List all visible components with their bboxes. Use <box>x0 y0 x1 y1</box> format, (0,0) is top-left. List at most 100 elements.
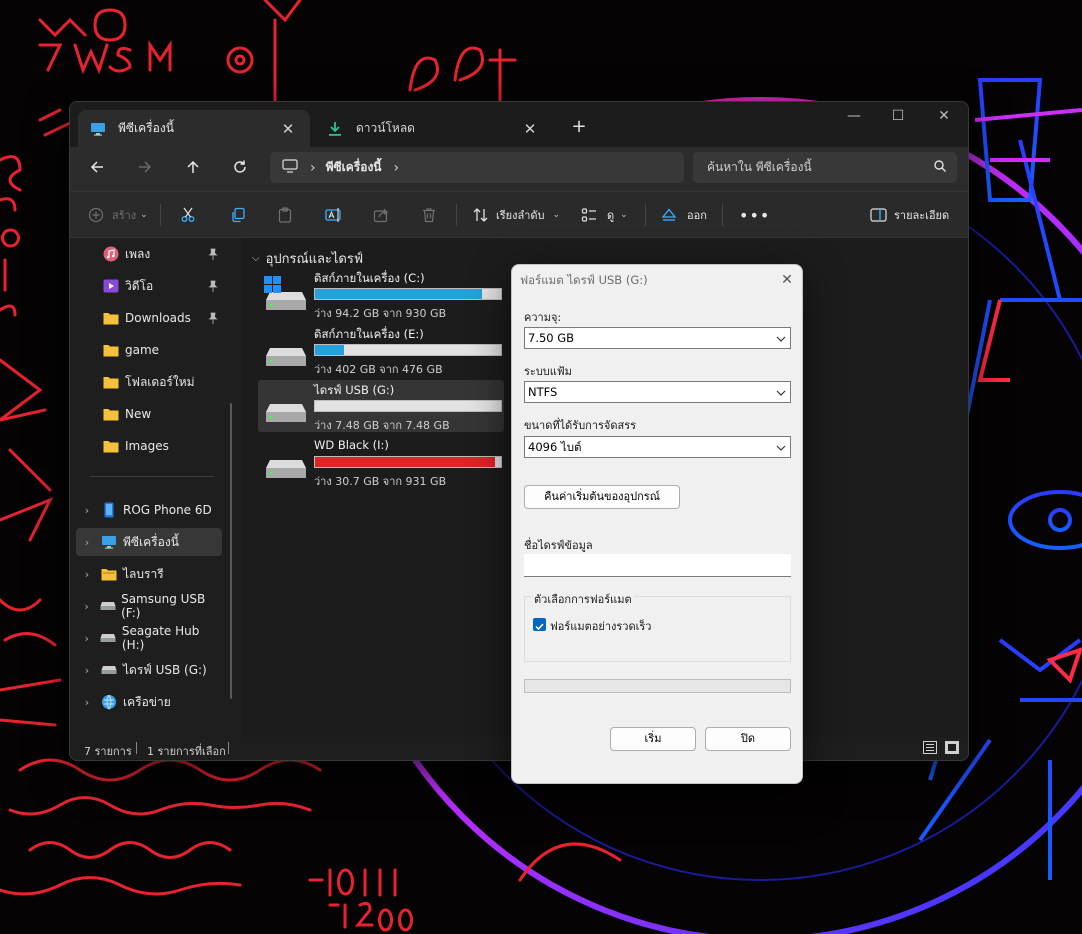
drive-icon <box>100 630 117 646</box>
start-button[interactable]: เริ่ม <box>610 727 696 751</box>
chevron-right-icon[interactable]: › <box>80 600 93 613</box>
details-pane-icon <box>870 208 887 222</box>
command-bar: สร้าง ⌄ เรียงลำดับ ⌄ ดู ⌄ ออก ••• รายละเ… <box>70 191 968 238</box>
drive-item-e[interactable]: ดิสก์ภายในเครื่อง (E:) ว่าง 402 GB จาก 4… <box>258 324 504 376</box>
breadcrumb-item[interactable]: พีซีเครื่องนี้ <box>326 158 382 177</box>
search-box[interactable]: ค้นหาใน พีซีเครื่องนี้ <box>693 152 957 183</box>
folder-icon <box>102 406 120 422</box>
close-dialog-button[interactable]: ✕ <box>776 269 798 291</box>
chevron-right-icon[interactable]: › <box>80 632 94 645</box>
details-view-button[interactable] <box>923 741 937 754</box>
forward-button[interactable] <box>134 159 156 181</box>
share-icon <box>373 209 388 223</box>
drive-usage-fill <box>315 457 495 467</box>
refresh-button[interactable] <box>229 159 251 181</box>
sidebar-item-seagate-hub[interactable]: › Seagate Hub (H:) <box>76 624 222 652</box>
more-options-button[interactable]: ••• <box>739 204 770 226</box>
volume-label-input[interactable] <box>524 554 791 577</box>
folder-icon <box>102 342 120 358</box>
close-tab-icon[interactable]: ✕ <box>520 120 540 138</box>
scissors-icon <box>181 207 195 222</box>
cut-button[interactable] <box>180 204 196 226</box>
sidebar-item-network[interactable]: › เครือข่าย <box>76 688 222 716</box>
sidebar-item-downloads[interactable]: Downloads <box>76 304 226 332</box>
folder-icon <box>102 438 120 454</box>
toolbar-divider <box>722 204 723 226</box>
arrow-left-icon <box>90 161 103 173</box>
chevron-right-icon[interactable]: › <box>80 504 94 517</box>
clipboard-icon <box>278 207 292 223</box>
sidebar-item-images[interactable]: Images <box>76 432 226 460</box>
capacity-select[interactable]: 7.50 GB <box>524 327 791 349</box>
address-bar[interactable]: › พีซีเครื่องนี้ › <box>270 152 684 183</box>
chevron-right-icon[interactable]: › <box>80 568 94 581</box>
pin-icon[interactable] <box>208 248 218 263</box>
sidebar-item-label: Seagate Hub (H:) <box>121 624 200 652</box>
sidebar-item-label: Samsung USB (F:) <box>121 592 206 620</box>
up-button[interactable] <box>182 159 204 181</box>
sidebar-item-videos[interactable]: วิดีโอ <box>76 272 226 300</box>
chevron-right-icon[interactable]: › <box>80 696 94 709</box>
details-pane-button[interactable]: รายละเอียด <box>870 204 949 226</box>
tab-downloads[interactable]: ดาวน์โหลด ✕ <box>316 110 552 147</box>
checkmark-icon <box>535 623 544 631</box>
restore-defaults-button[interactable]: คืนค่าเริ่มต้นของอุปกรณ์ <box>524 485 680 509</box>
drive-item-g[interactable]: ไดรฟ์ USB (G:) ว่าง 7.48 GB จาก 7.48 GB <box>258 380 504 432</box>
devices-group-header[interactable]: ⌵ อุปกรณ์และไดรฟ์ <box>252 248 363 269</box>
view-button[interactable]: ดู ⌄ <box>581 204 628 226</box>
sidebar-item-new[interactable]: New <box>76 400 226 428</box>
item-count: 7 รายการ <box>84 745 132 758</box>
sidebar-item-label: Downloads <box>125 311 191 325</box>
tiles-view-button[interactable] <box>945 741 959 754</box>
filesystem-select[interactable]: NTFS <box>524 381 791 403</box>
allocation-size-select[interactable]: 4096 ไบต์ <box>524 436 791 458</box>
paste-button[interactable] <box>277 204 293 226</box>
sidebar-item-music[interactable]: เพลง <box>76 240 226 268</box>
quick-format-label[interactable]: ฟอร์แมตอย่างรวดเร็ว <box>550 617 651 635</box>
sidebar-item-usb-drive-g[interactable]: › ไดรฟ์ USB (G:) <box>76 656 222 684</box>
delete-button[interactable] <box>421 204 437 226</box>
drive-space-info: ว่าง 402 GB จาก 476 GB <box>314 363 443 376</box>
sidebar-item-new-folder[interactable]: โฟลเดอร์ใหม่ <box>76 368 226 396</box>
maximize-button[interactable]: ☐ <box>878 108 918 128</box>
sidebar-item-label: ไดรฟ์ USB (G:) <box>123 662 207 677</box>
share-button[interactable] <box>373 204 389 226</box>
chevron-down-icon <box>775 440 787 460</box>
download-icon <box>328 121 346 137</box>
rename-button[interactable] <box>325 204 343 226</box>
close-window-button[interactable]: ✕ <box>924 108 964 128</box>
sidebar-scrollbar[interactable] <box>230 403 232 699</box>
close-tab-icon[interactable]: ✕ <box>278 120 298 138</box>
windows-drive-icon <box>262 276 310 312</box>
sidebar-item-this-pc[interactable]: › พีซีเครื่องนี้ <box>76 528 222 556</box>
allocation-size-label: ขนาดที่ได้รับการจัดสรร <box>524 419 637 432</box>
minimize-button[interactable]: — <box>834 108 874 128</box>
search-placeholder: ค้นหาใน พีซีเครื่องนี้ <box>707 160 812 174</box>
new-tab-button[interactable]: + <box>568 116 590 137</box>
sidebar-item-label: ไลบรารี <box>123 566 164 581</box>
eject-button[interactable]: ออก <box>661 204 707 226</box>
drive-item-i[interactable]: WD Black (I:) ว่าง 30.7 GB จาก 931 GB <box>258 436 504 488</box>
new-button[interactable]: สร้าง ⌄ <box>88 204 148 226</box>
close-button[interactable]: ปิด <box>705 727 791 751</box>
breadcrumb-chevron-icon[interactable]: › <box>394 160 400 176</box>
sidebar-item-libraries[interactable]: › ไลบรารี <box>76 560 222 588</box>
arrow-right-icon <box>139 161 152 173</box>
copy-button[interactable] <box>230 204 246 226</box>
back-button[interactable] <box>86 159 108 181</box>
drive-icon <box>100 662 118 678</box>
chevron-right-icon[interactable]: › <box>80 664 94 677</box>
sort-button[interactable]: เรียงลำดับ ⌄ <box>472 204 560 226</box>
pin-icon[interactable] <box>208 280 218 295</box>
trash-icon <box>423 208 435 223</box>
sidebar-item-game[interactable]: game <box>76 336 226 364</box>
chevron-right-icon[interactable]: › <box>80 536 94 549</box>
toolbar-divider <box>160 204 161 226</box>
sidebar-item-samsung-usb[interactable]: › Samsung USB (F:) <box>76 592 222 620</box>
pin-icon[interactable] <box>208 312 218 327</box>
eject-icon <box>661 208 677 221</box>
drive-item-c[interactable]: ดิสก์ภายในเครื่อง (C:) ว่าง 94.2 GB จาก … <box>258 268 504 320</box>
tab-this-pc[interactable]: พีซีเครื่องนี้ ✕ <box>78 110 310 147</box>
quick-format-checkbox[interactable] <box>533 618 546 631</box>
sidebar-item-rog-phone[interactable]: › ROG Phone 6D <box>76 496 222 524</box>
